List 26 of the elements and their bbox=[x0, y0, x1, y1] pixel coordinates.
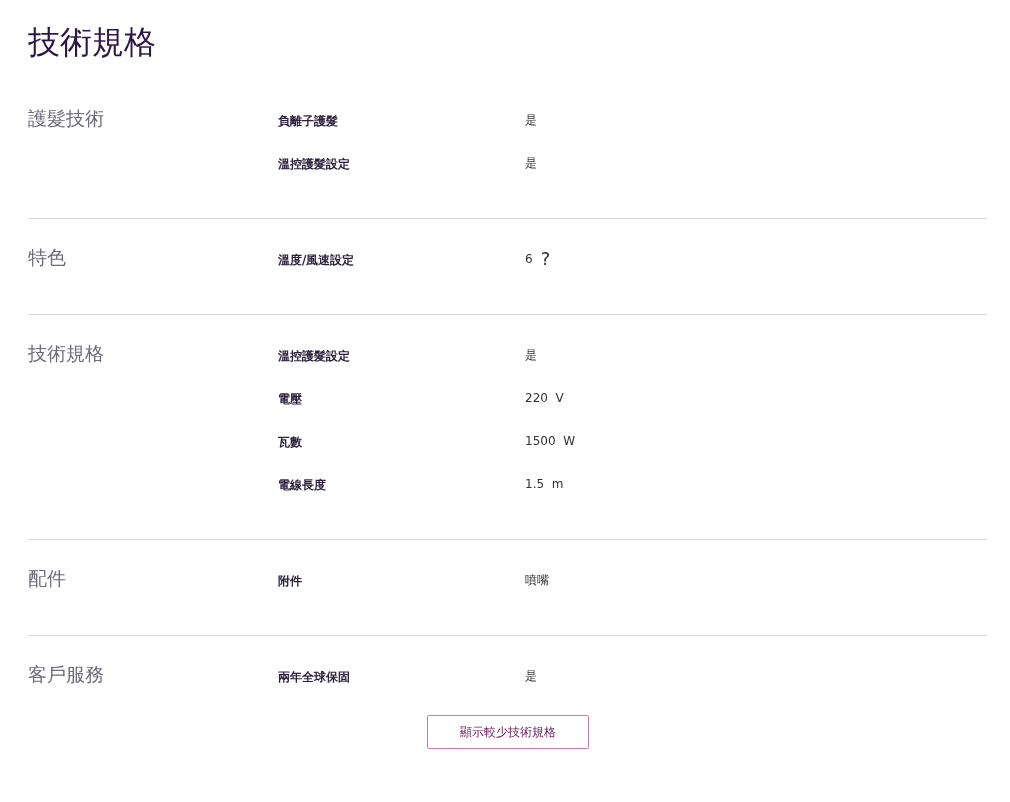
category-heading: 配件 bbox=[28, 567, 66, 589]
spec-label: 電線長度 bbox=[278, 477, 326, 492]
category-heading: 客戶服務 bbox=[28, 663, 104, 685]
spec-label: 溫度/風速設定 bbox=[278, 252, 355, 267]
spec-value: 噴嘴 bbox=[525, 571, 549, 589]
page-title: 技術規格 bbox=[28, 22, 156, 62]
spec-value: 是 bbox=[525, 111, 537, 129]
spec-label: 溫控護髮設定 bbox=[278, 348, 350, 363]
spec-value: 1500 W bbox=[525, 432, 576, 450]
spec-value: 是 bbox=[525, 346, 537, 364]
help-mark[interactable]: ? bbox=[540, 249, 551, 268]
category-heading: 技術規格 bbox=[28, 342, 104, 364]
show-less-button[interactable]: 顯示較少技術規格 bbox=[426, 715, 589, 749]
category-heading: 特色 bbox=[28, 246, 66, 268]
spec-label: 瓦數 bbox=[278, 434, 302, 449]
spec-value: 6 bbox=[525, 250, 533, 268]
spec-value: 1.5 m bbox=[525, 475, 564, 493]
spec-value: 是 bbox=[525, 154, 537, 172]
spec-label: 溫控護髮設定 bbox=[278, 156, 350, 171]
spec-value: 220 V bbox=[525, 389, 564, 407]
spec-value: 是 bbox=[525, 667, 537, 685]
category-heading: 護髮技術 bbox=[28, 107, 104, 129]
spec-label: 負離子護髮 bbox=[278, 113, 338, 128]
spec-label: 兩年全球保固 bbox=[278, 669, 350, 684]
spec-label: 電壓 bbox=[278, 391, 302, 406]
spec-label: 附件 bbox=[278, 573, 302, 588]
